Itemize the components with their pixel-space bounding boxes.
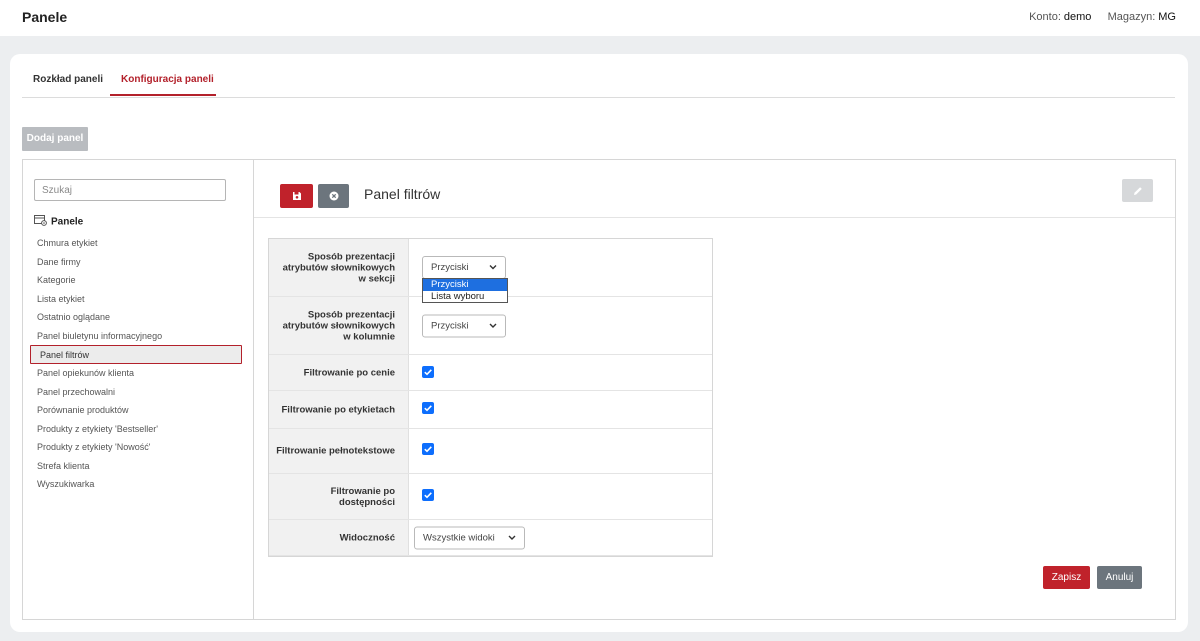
save-icon-button[interactable] [280,184,313,208]
panel-settings-form: Sposób prezentacji atrybutów słownikowyc… [268,238,713,557]
filter-availability-checkbox[interactable] [422,488,434,501]
filter-fulltext-checkbox[interactable] [422,443,434,455]
top-bar: Panele Konto: demo Magazyn: MG [0,0,1200,36]
presentation-section-label: Sposób prezentacji atrybutów słownikowyc… [282,251,395,284]
panel-title: Panel filtrów [364,186,441,202]
form-row-filter-price: Filtrowanie po cenie [269,355,712,391]
filter-labels-label: Filtrowanie po etykietach [281,404,396,415]
form-row-presentation-column: Sposób prezentacji atrybutów słownikowyc… [269,297,712,355]
sidebar-item-produkty-bestseller[interactable]: Produkty z etykiety 'Bestseller' [37,420,249,439]
sidebar-item-produkty-nowosc[interactable]: Produkty z etykiety 'Nowość' [37,438,249,457]
sidebar-item-panel-opiekunow[interactable]: Panel opiekunów klienta [37,364,249,383]
warehouse-label: Magazyn: [1107,11,1156,23]
tab-panel-layout[interactable]: Rozkład paneli [33,74,103,85]
sidebar-item-porownanie-produktow[interactable]: Porównanie produktów [37,401,249,420]
filter-price-label: Filtrowanie po cenie [303,367,395,378]
form-row-filter-availability: Filtrowanie po dostępności [269,474,712,520]
cancel-button[interactable]: Anuluj [1097,566,1142,589]
active-tab-indicator [110,94,216,96]
panels-list: Chmura etykiet Dane firmy Kategorie List… [30,234,249,494]
panel-config-box: Panele Chmura etykiet Dane firmy Kategor… [22,159,1176,620]
panels-icon [34,215,47,229]
filter-labels-checkbox[interactable] [422,401,434,414]
visibility-select[interactable]: Wszystkie widoki [414,526,525,549]
close-circle-icon [329,191,338,201]
panels-sidebar: Panele Chmura etykiet Dane firmy Kategor… [23,160,254,619]
sidebar-item-strefa-klienta[interactable]: Strefa klienta [37,457,249,476]
chevron-down-icon [489,323,497,328]
sidebar-item-panel-przechowalni[interactable]: Panel przechowalni [37,383,249,402]
presentation-section-dropdown: Przyciski Lista wyboru [422,278,508,303]
checkmark-icon [424,491,432,498]
cancel-icon-button[interactable] [318,184,349,208]
panel-content: Panel filtrów Sposób prezentacji atrybut… [254,160,1175,619]
form-row-visibility: Widoczność Wszystkie widoki [269,520,712,556]
add-panel-button[interactable]: Dodaj panel [22,127,88,151]
warehouse-value: MG [1158,11,1176,23]
sidebar-item-panel-biuletynu[interactable]: Panel biuletynu informacyjnego [37,327,249,346]
sidebar-item-dane-firmy[interactable]: Dane firmy [37,253,249,272]
checkmark-icon [424,404,432,411]
presentation-section-select[interactable]: Przyciski [422,256,506,279]
sidebar-item-chmura-etykiet[interactable]: Chmura etykiet [37,234,249,253]
page-title: Panele [22,9,68,25]
visibility-value: Wszystkie widoki [423,532,495,543]
presentation-column-select[interactable]: Przyciski [422,314,506,337]
form-row-filter-labels: Filtrowanie po etykietach [269,391,712,429]
account-info: Konto: demo Magazyn: MG [1029,11,1176,23]
search-input[interactable] [34,179,226,201]
checkmark-icon [424,446,432,453]
save-button[interactable]: Zapisz [1043,566,1090,589]
tab-panel-configuration[interactable]: Konfiguracja paneli [121,74,214,85]
panel-header: Panel filtrów [254,160,1175,218]
chevron-down-icon [489,265,497,270]
sidebar-item-ostatnio-ogladane[interactable]: Ostatnio oglądane [37,308,249,327]
presentation-column-label: Sposób prezentacji atrybutów słownikowyc… [282,309,395,342]
sidebar-item-lista-etykiet[interactable]: Lista etykiet [37,290,249,309]
filter-availability-label: Filtrowanie po dostępności [330,485,395,508]
filter-fulltext-label: Filtrowanie pełnotekstowe [276,445,395,457]
floppy-disk-icon [292,192,301,200]
presentation-column-value: Przyciski [431,320,469,331]
form-row-filter-fulltext: Filtrowanie pełnotekstowe [269,429,712,474]
pencil-icon [1133,186,1142,195]
tree-root-label: Panele [51,216,84,228]
sidebar-item-panel-filtrow[interactable]: Panel filtrów [30,345,242,364]
sidebar-item-wyszukiwarka[interactable]: Wyszukiwarka [37,475,249,494]
tree-root-panels[interactable]: Panele [34,215,83,229]
dropdown-option-przyciski[interactable]: Przyciski [423,279,507,291]
sidebar-item-kategorie[interactable]: Kategorie [37,271,249,290]
filter-price-checkbox[interactable] [422,365,434,378]
checkmark-icon [424,368,432,375]
account-label: Konto: [1029,11,1061,23]
tab-bar: Rozkład paneli Konfiguracja paneli [22,66,1175,98]
chevron-down-icon [508,535,516,540]
visibility-label: Widoczność [339,532,395,543]
dropdown-option-lista-wyboru[interactable]: Lista wyboru [423,291,507,303]
presentation-section-value: Przyciski [431,262,469,273]
account-value: demo [1063,11,1092,23]
edit-button[interactable] [1122,179,1153,202]
